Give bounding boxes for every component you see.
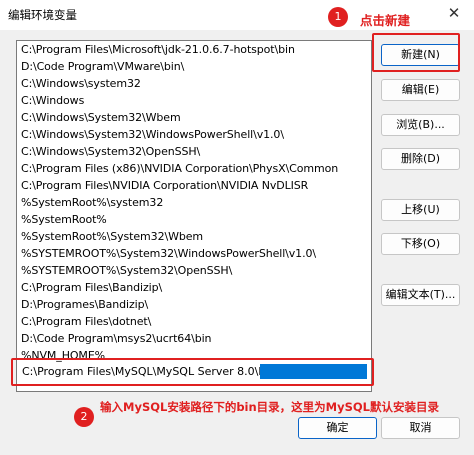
list-item[interactable]: %SystemRoot%\system32: [21, 194, 163, 211]
close-icon[interactable]: ✕: [444, 4, 464, 22]
list-item[interactable]: C:\Windows\System32\OpenSSH\: [21, 143, 200, 160]
list-item[interactable]: C:\Program Files\Bandizip\: [21, 279, 162, 296]
cancel-button[interactable]: 取消: [381, 417, 460, 439]
list-item[interactable]: C:\Windows\System32\WindowsPowerShell\v1…: [21, 126, 284, 143]
list-item[interactable]: C:\Program Files\Microsoft\jdk-21.0.6.7-…: [21, 41, 295, 58]
list-item[interactable]: C:\Windows\system32: [21, 75, 141, 92]
list-item[interactable]: C:\Program Files (x86)\NVIDIA Corporatio…: [21, 160, 338, 177]
delete-button[interactable]: 删除(D): [381, 148, 460, 170]
move-up-button[interactable]: 上移(U): [381, 199, 460, 221]
step-1-badge: 1: [328, 7, 348, 27]
edit-row-highlight-box: [11, 358, 374, 386]
list-item[interactable]: D:\Programes\Bandizip\: [21, 296, 148, 313]
edit-text-button[interactable]: 编辑文本(T)...: [381, 284, 460, 306]
edit-button[interactable]: 编辑(E): [381, 79, 460, 101]
window-title: 编辑环境变量: [8, 8, 77, 22]
list-item[interactable]: D:\Code Program\VMware\bin\: [21, 58, 184, 75]
list-item[interactable]: C:\Windows\System32\Wbem: [21, 109, 181, 126]
step-1-label: 点击新建: [360, 13, 411, 28]
list-item[interactable]: %SYSTEMROOT%\System32\OpenSSH\: [21, 262, 232, 279]
list-item[interactable]: C:\Program Files\NVIDIA Corporation\NVID…: [21, 177, 308, 194]
move-down-button[interactable]: 下移(O): [381, 233, 460, 255]
browse-button[interactable]: 浏览(B)...: [381, 114, 460, 136]
list-item[interactable]: %SystemRoot%: [21, 211, 107, 228]
list-item[interactable]: %SystemRoot%\System32\Wbem: [21, 228, 203, 245]
step-2-label: 输入MySQL安装路径下的bin目录，这里为MySQL默认安装目录: [100, 400, 440, 414]
list-item[interactable]: D:\Code Program\msys2\ucrt64\bin: [21, 330, 212, 347]
step-2-badge: 2: [74, 407, 94, 427]
list-item[interactable]: C:\Windows: [21, 92, 84, 109]
new-button-highlight-box: [372, 33, 460, 72]
ok-button[interactable]: 确定: [298, 417, 377, 439]
path-list[interactable]: C:\Program Files\Microsoft\jdk-21.0.6.7-…: [16, 40, 372, 392]
list-item[interactable]: C:\Program Files\dotnet\: [21, 313, 151, 330]
list-item[interactable]: %SYSTEMROOT%\System32\WindowsPowerShell\…: [21, 245, 316, 262]
